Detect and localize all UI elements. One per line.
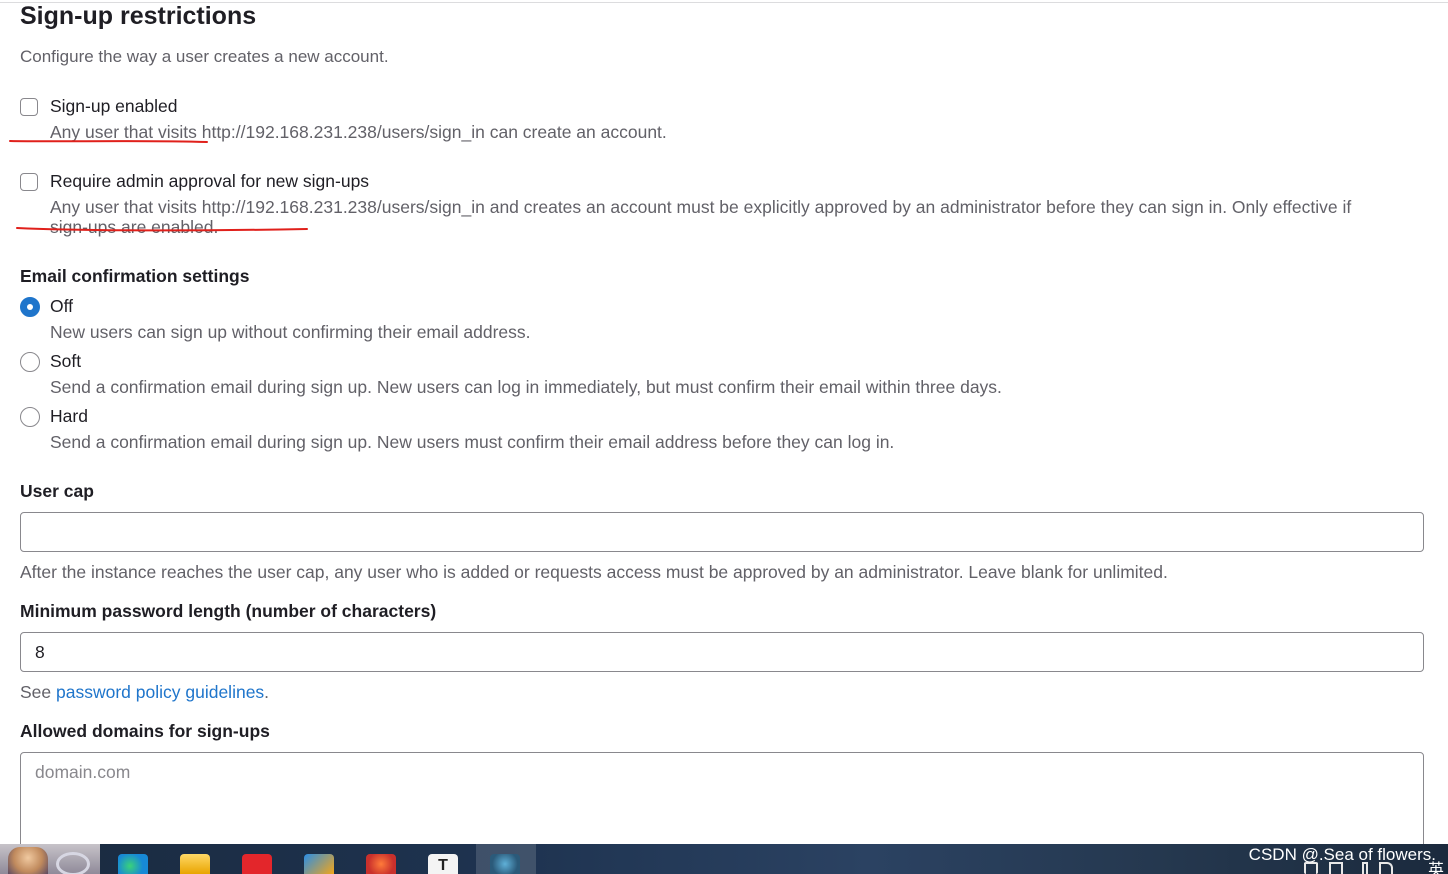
user-cap-help: After the instance reaches the user cap,…: [20, 562, 1168, 582]
signup-enabled-checkbox[interactable]: [20, 98, 38, 116]
browser-icon[interactable]: [366, 854, 396, 874]
decorative-ring: [56, 852, 90, 874]
radio-hard-help: Send a confirmation email during sign up…: [50, 432, 895, 452]
netease-music-icon[interactable]: [242, 854, 272, 874]
admin-approval-label[interactable]: Require admin approval for new sign-ups: [50, 171, 369, 192]
radio-hard-label[interactable]: Hard: [50, 406, 88, 427]
taskbar: T CSDN @.Sea of flowers. 英: [0, 844, 1448, 874]
radio-off-help: New users can sign up without confirming…: [50, 322, 531, 342]
password-policy-link[interactable]: password policy guidelines: [56, 682, 264, 702]
edge-icon[interactable]: [118, 854, 148, 874]
min-password-help: See password policy guidelines.: [20, 682, 269, 702]
min-password-label: Minimum password length (number of chara…: [20, 601, 437, 621]
min-password-help-suffix: .: [264, 682, 270, 702]
user-cap-input[interactable]: [20, 512, 1424, 552]
ime-indicator[interactable]: 英: [1428, 856, 1444, 874]
admin-approval-checkbox[interactable]: [20, 173, 38, 191]
allowed-domains-label: Allowed domains for sign-ups: [20, 721, 270, 741]
section-description: Configure the way a user creates a new a…: [20, 47, 389, 66]
watermark-text: CSDN @.Sea of flowers.: [1249, 845, 1436, 865]
folder-icon[interactable]: [180, 854, 210, 874]
radio-off-label[interactable]: Off: [50, 296, 73, 317]
email-confirmation-label: Email confirmation settings: [20, 266, 250, 286]
app-icon[interactable]: [304, 854, 334, 874]
typora-icon[interactable]: T: [428, 854, 458, 874]
csdn-watermark: CSDN @.Sea of flowers.: [1248, 845, 1436, 864]
radio-soft-label[interactable]: Soft: [50, 351, 81, 372]
radio-hard[interactable]: [20, 407, 40, 427]
radio-soft[interactable]: [20, 352, 40, 372]
game-icon[interactable]: [490, 854, 520, 874]
min-password-help-prefix: See: [20, 682, 56, 702]
avatar: [8, 847, 48, 874]
radio-off[interactable]: [20, 297, 40, 317]
user-cap-label: User cap: [20, 481, 94, 501]
min-password-input[interactable]: [20, 632, 1424, 672]
radio-soft-help: Send a confirmation email during sign up…: [50, 377, 1002, 397]
admin-approval-help: Any user that visits http://192.168.231.…: [50, 197, 1352, 237]
section-title: Sign-up restrictions: [20, 2, 257, 30]
signup-enabled-label[interactable]: Sign-up enabled: [50, 96, 177, 117]
wallpaper-thumbnail: [0, 844, 100, 874]
signup-enabled-help: Any user that visits http://192.168.231.…: [50, 122, 667, 142]
